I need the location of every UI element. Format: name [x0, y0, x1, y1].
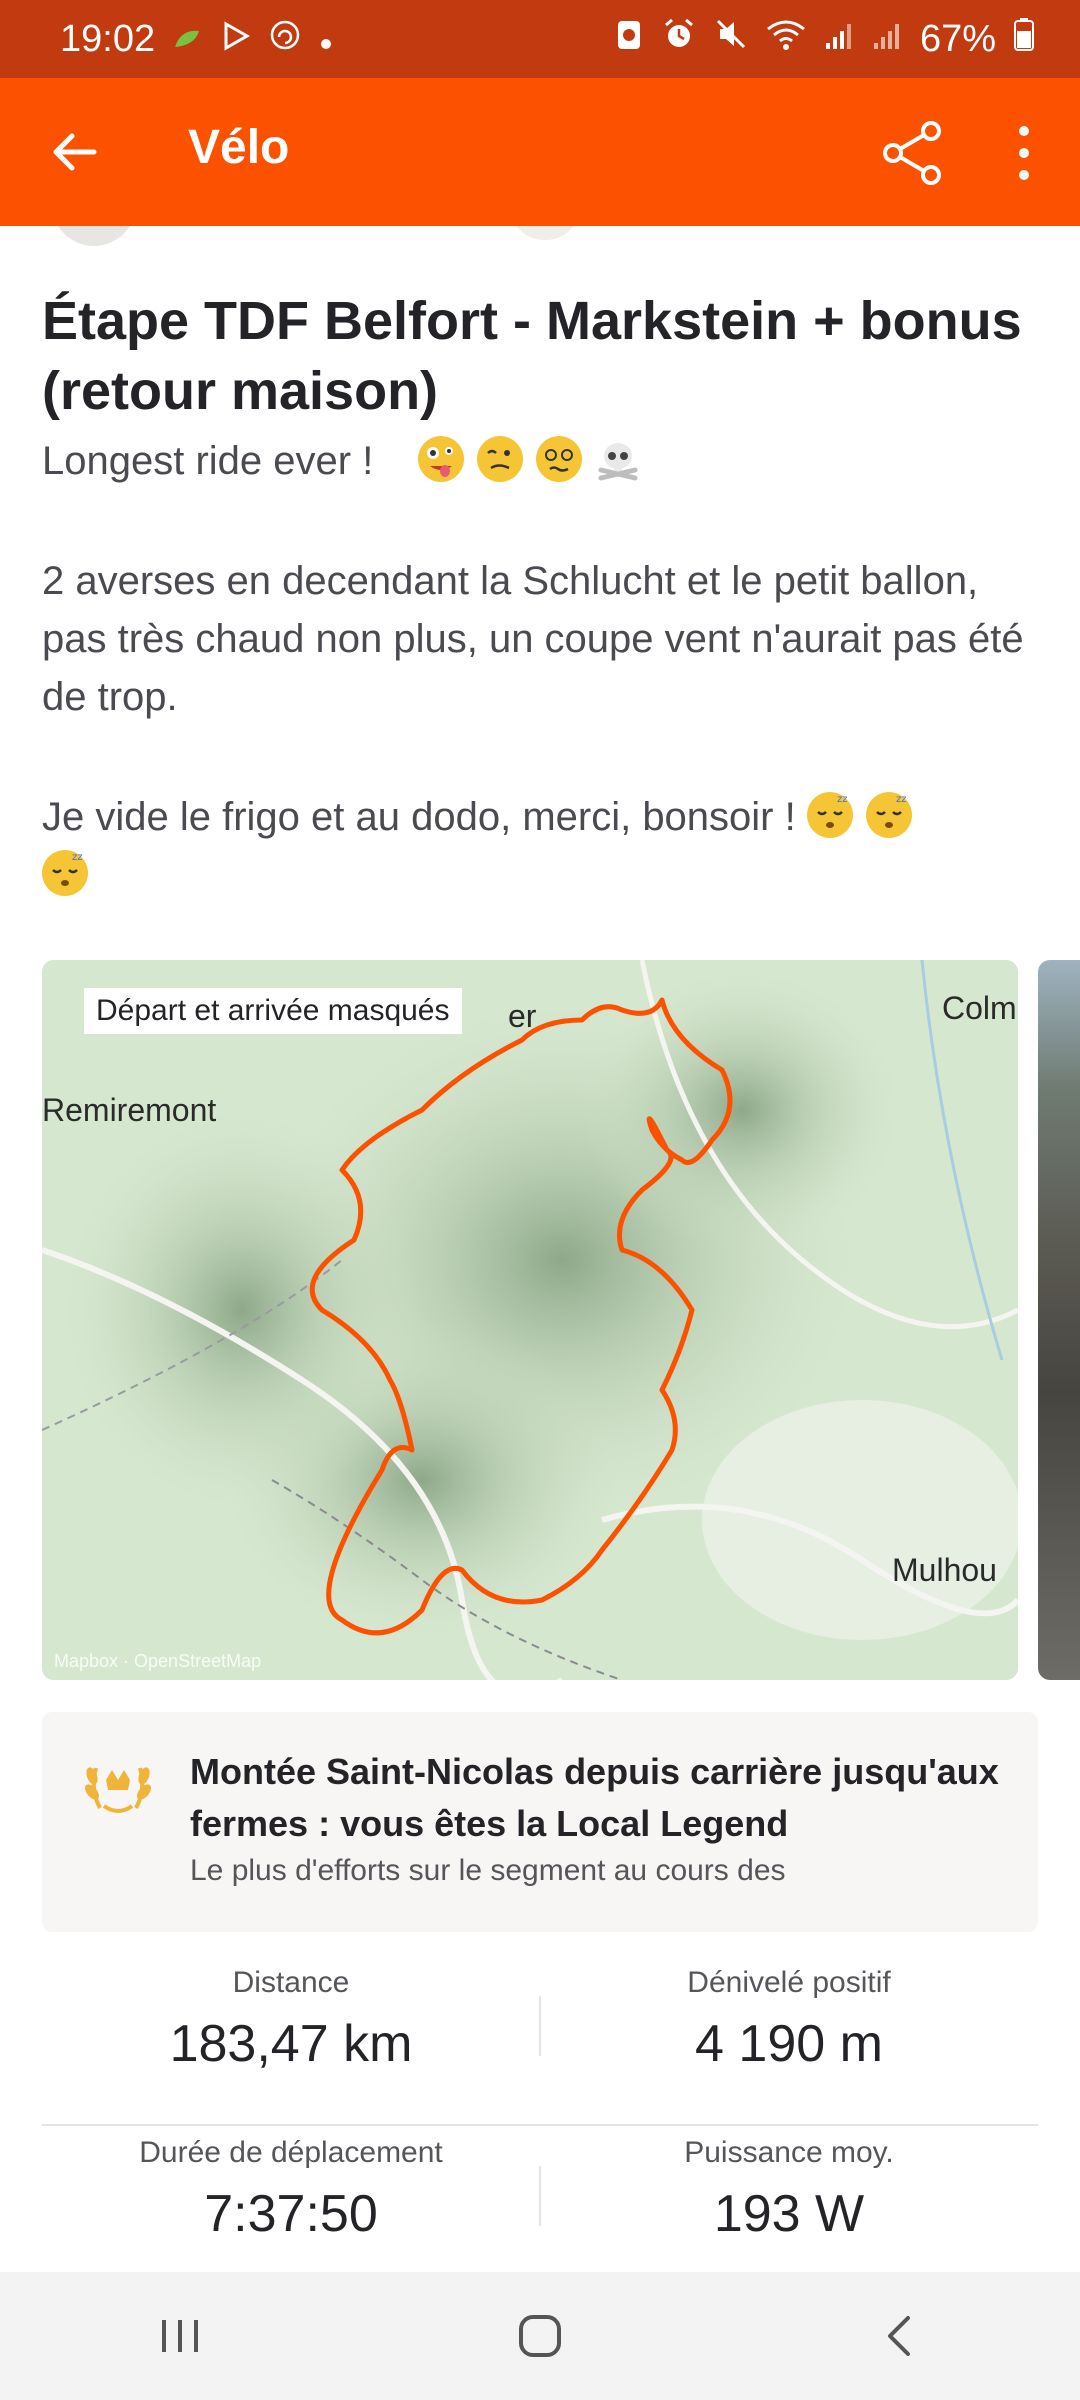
recents-icon [162, 2320, 198, 2352]
battery-icon [1014, 17, 1034, 61]
route-map[interactable]: Départ et arrivée masqués er Remiremont … [42, 960, 1018, 1680]
alarm-icon [662, 17, 696, 61]
stat-moving-time-value: 7:37:50 [204, 2185, 378, 2243]
stat-elevation-label: Dénivelé positif [687, 1966, 891, 1999]
battery-saver-icon [614, 17, 644, 61]
svg-text:zz: zz [896, 794, 907, 805]
dizzy-face-emoji-icon [535, 436, 582, 482]
description-text-1: Longest ride ever ! [42, 439, 374, 483]
app-notification-icon [173, 18, 203, 61]
activity-title: Étape TDF Belfort - Markstein + bonus (r… [42, 291, 1022, 421]
stat-distance-value: 183,47 km [169, 2015, 413, 2073]
description-text-3: Je vide le frigo et au dodo, merci, bons… [42, 795, 796, 839]
signal-2-icon [872, 18, 902, 61]
map-label-top: er [508, 998, 537, 1034]
activity-content: Étape TDF Belfort - Markstein + bonus (r… [0, 226, 1080, 2272]
sleeping-face-emoji-icon: zz [806, 792, 853, 838]
sleeping-face-emoji-2-icon: zz [865, 792, 912, 838]
map-terrain [42, 960, 1018, 1680]
avatar-peek-2 [510, 226, 580, 240]
system-nav-bar [0, 2272, 1080, 2400]
sleeping-face-emoji-3-icon: zz [42, 850, 88, 896]
stat-power-value: 193 W [713, 2185, 865, 2243]
stat-elevation-value: 4 190 m [695, 2015, 883, 2073]
description-line-3: Je vide le frigo et au dodo, merci, bons… [42, 788, 1042, 904]
arrow-left-icon [53, 133, 97, 171]
battery-percent: 67% [919, 17, 996, 60]
status-bar: 19:02 67% [0, 0, 1080, 78]
description-paragraph-2: 2 averses en decendant la Schlucht et le… [42, 559, 1024, 719]
status-time: 19:02 [60, 17, 156, 60]
wifi-icon [766, 18, 806, 61]
description-line-1: Longest ride ever ! [42, 432, 1042, 490]
app-bar: Vélo [0, 78, 1080, 226]
home-icon [519, 2315, 561, 2357]
mute-icon [714, 17, 748, 61]
stat-moving-time-label: Durée de déplacement [139, 2136, 443, 2169]
zany-face-emoji-icon [417, 436, 464, 482]
signal-icon [824, 18, 854, 61]
local-legend-title: Montée Saint-Nicolas depuis carrière jus… [190, 1751, 999, 1844]
stat-power: Puissance moy. 193 W [540, 2136, 1038, 2244]
nav-back-button[interactable] [840, 2286, 960, 2386]
map-label-remiremont: Remiremont [42, 1092, 217, 1128]
svg-text:zz: zz [72, 852, 83, 863]
laurel-wreath-icon [85, 1767, 151, 1813]
more-options-button[interactable] [1000, 118, 1048, 188]
dot-icon [319, 18, 333, 61]
map-privacy-badge: Départ et arrivée masqués [84, 988, 462, 1034]
svg-text:zz: zz [837, 794, 848, 805]
play-store-icon [221, 18, 251, 61]
more-vertical-icon [1019, 126, 1029, 180]
stat-power-label: Puissance moy. [684, 2136, 894, 2169]
back-button[interactable] [44, 122, 104, 182]
share-button[interactable] [878, 118, 948, 188]
local-legend-card[interactable]: Montée Saint-Nicolas depuis carrière jus… [42, 1712, 1038, 1932]
stat-distance: Distance 183,47 km [42, 1966, 540, 2074]
map-label-colmar: Colm [942, 990, 1017, 1026]
back-icon [888, 2316, 910, 2356]
recents-button[interactable] [120, 2286, 240, 2386]
map-label-mulhouse: Mulhou [892, 1552, 997, 1588]
stat-distance-label: Distance [232, 1966, 350, 1999]
avatar-peek [52, 226, 136, 246]
stat-moving-time: Durée de déplacement 7:37:50 [42, 2136, 540, 2244]
home-button[interactable] [480, 2286, 600, 2386]
share-icon [883, 121, 941, 185]
skull-crossbones-emoji-icon [595, 436, 641, 482]
woozy-face-emoji-icon [476, 436, 523, 482]
stat-elevation: Dénivelé positif 4 190 m [540, 1966, 1038, 2074]
map-credit: Mapbox · OpenStreetMap [54, 1651, 262, 1671]
page-title: Vélo [188, 121, 290, 174]
sync-icon [269, 18, 301, 61]
stats-divider-horizontal [42, 2124, 1038, 2126]
local-legend-subtitle: Le plus d'efforts sur le segment au cour… [190, 1854, 786, 1887]
activity-photo-peek[interactable] [1038, 960, 1080, 1680]
